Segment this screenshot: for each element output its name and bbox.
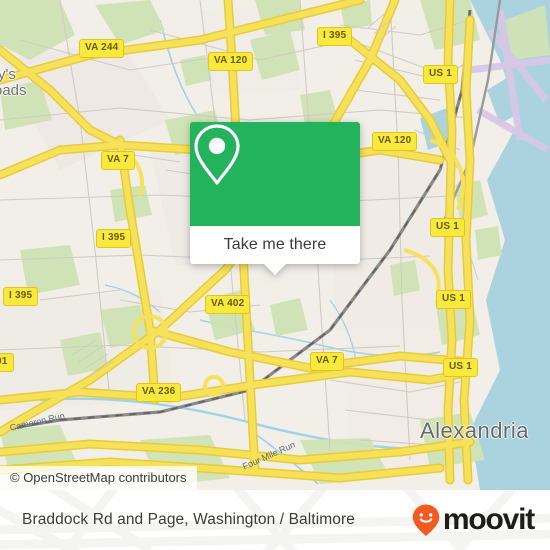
map-canvas[interactable]: y's oads Alexandria Cameron Run Four Mil…	[0, 0, 550, 490]
map-city-label-alexandria: Alexandria	[420, 418, 529, 443]
moovit-map-screen: y's oads Alexandria Cameron Run Four Mil…	[0, 0, 550, 550]
map-place-label: y's	[0, 66, 16, 83]
road-shield[interactable]: VA 7	[310, 352, 344, 371]
road-shield[interactable]: US 1	[443, 358, 479, 377]
take-me-there-label: Take me there	[223, 236, 327, 253]
road-shield[interactable]: US 1	[423, 65, 459, 84]
footer-bar: Braddock Rd and Page, Washington / Balti…	[0, 490, 550, 550]
map-place-label: oads	[0, 82, 27, 99]
map-pin-icon	[194, 124, 240, 185]
moovit-wordmark: moovit	[442, 503, 535, 536]
road-shield[interactable]: VA 120	[372, 132, 418, 151]
road-shield[interactable]: VA 236	[136, 383, 182, 402]
road-shield[interactable]: I 395	[3, 287, 39, 306]
road-shield[interactable]: VA 402	[205, 295, 251, 314]
road-shield[interactable]: VA 120	[208, 52, 254, 71]
callout-action-area[interactable]: Take me there	[190, 226, 360, 275]
road-shield[interactable]: VA 7	[101, 151, 135, 170]
page-title: Braddock Rd and Page, Washington / Balti…	[22, 511, 355, 528]
road-shield[interactable]: US 1	[436, 290, 472, 309]
callout-icon-area	[190, 122, 360, 226]
road-shield[interactable]: 01	[0, 353, 14, 372]
road-shield[interactable]: I 395	[96, 229, 132, 248]
road-shield[interactable]: I 395	[317, 27, 353, 46]
osm-attribution[interactable]: © OpenStreetMap contributors	[0, 466, 197, 490]
callout-tail	[264, 264, 286, 275]
destination-callout-card[interactable]: Take me there	[190, 122, 360, 275]
moovit-smiley-pin-icon	[412, 504, 440, 536]
moovit-brand[interactable]: moovit	[411, 503, 535, 537]
road-shield[interactable]: VA 244	[79, 39, 125, 58]
road-shield[interactable]: US 1	[430, 218, 466, 237]
